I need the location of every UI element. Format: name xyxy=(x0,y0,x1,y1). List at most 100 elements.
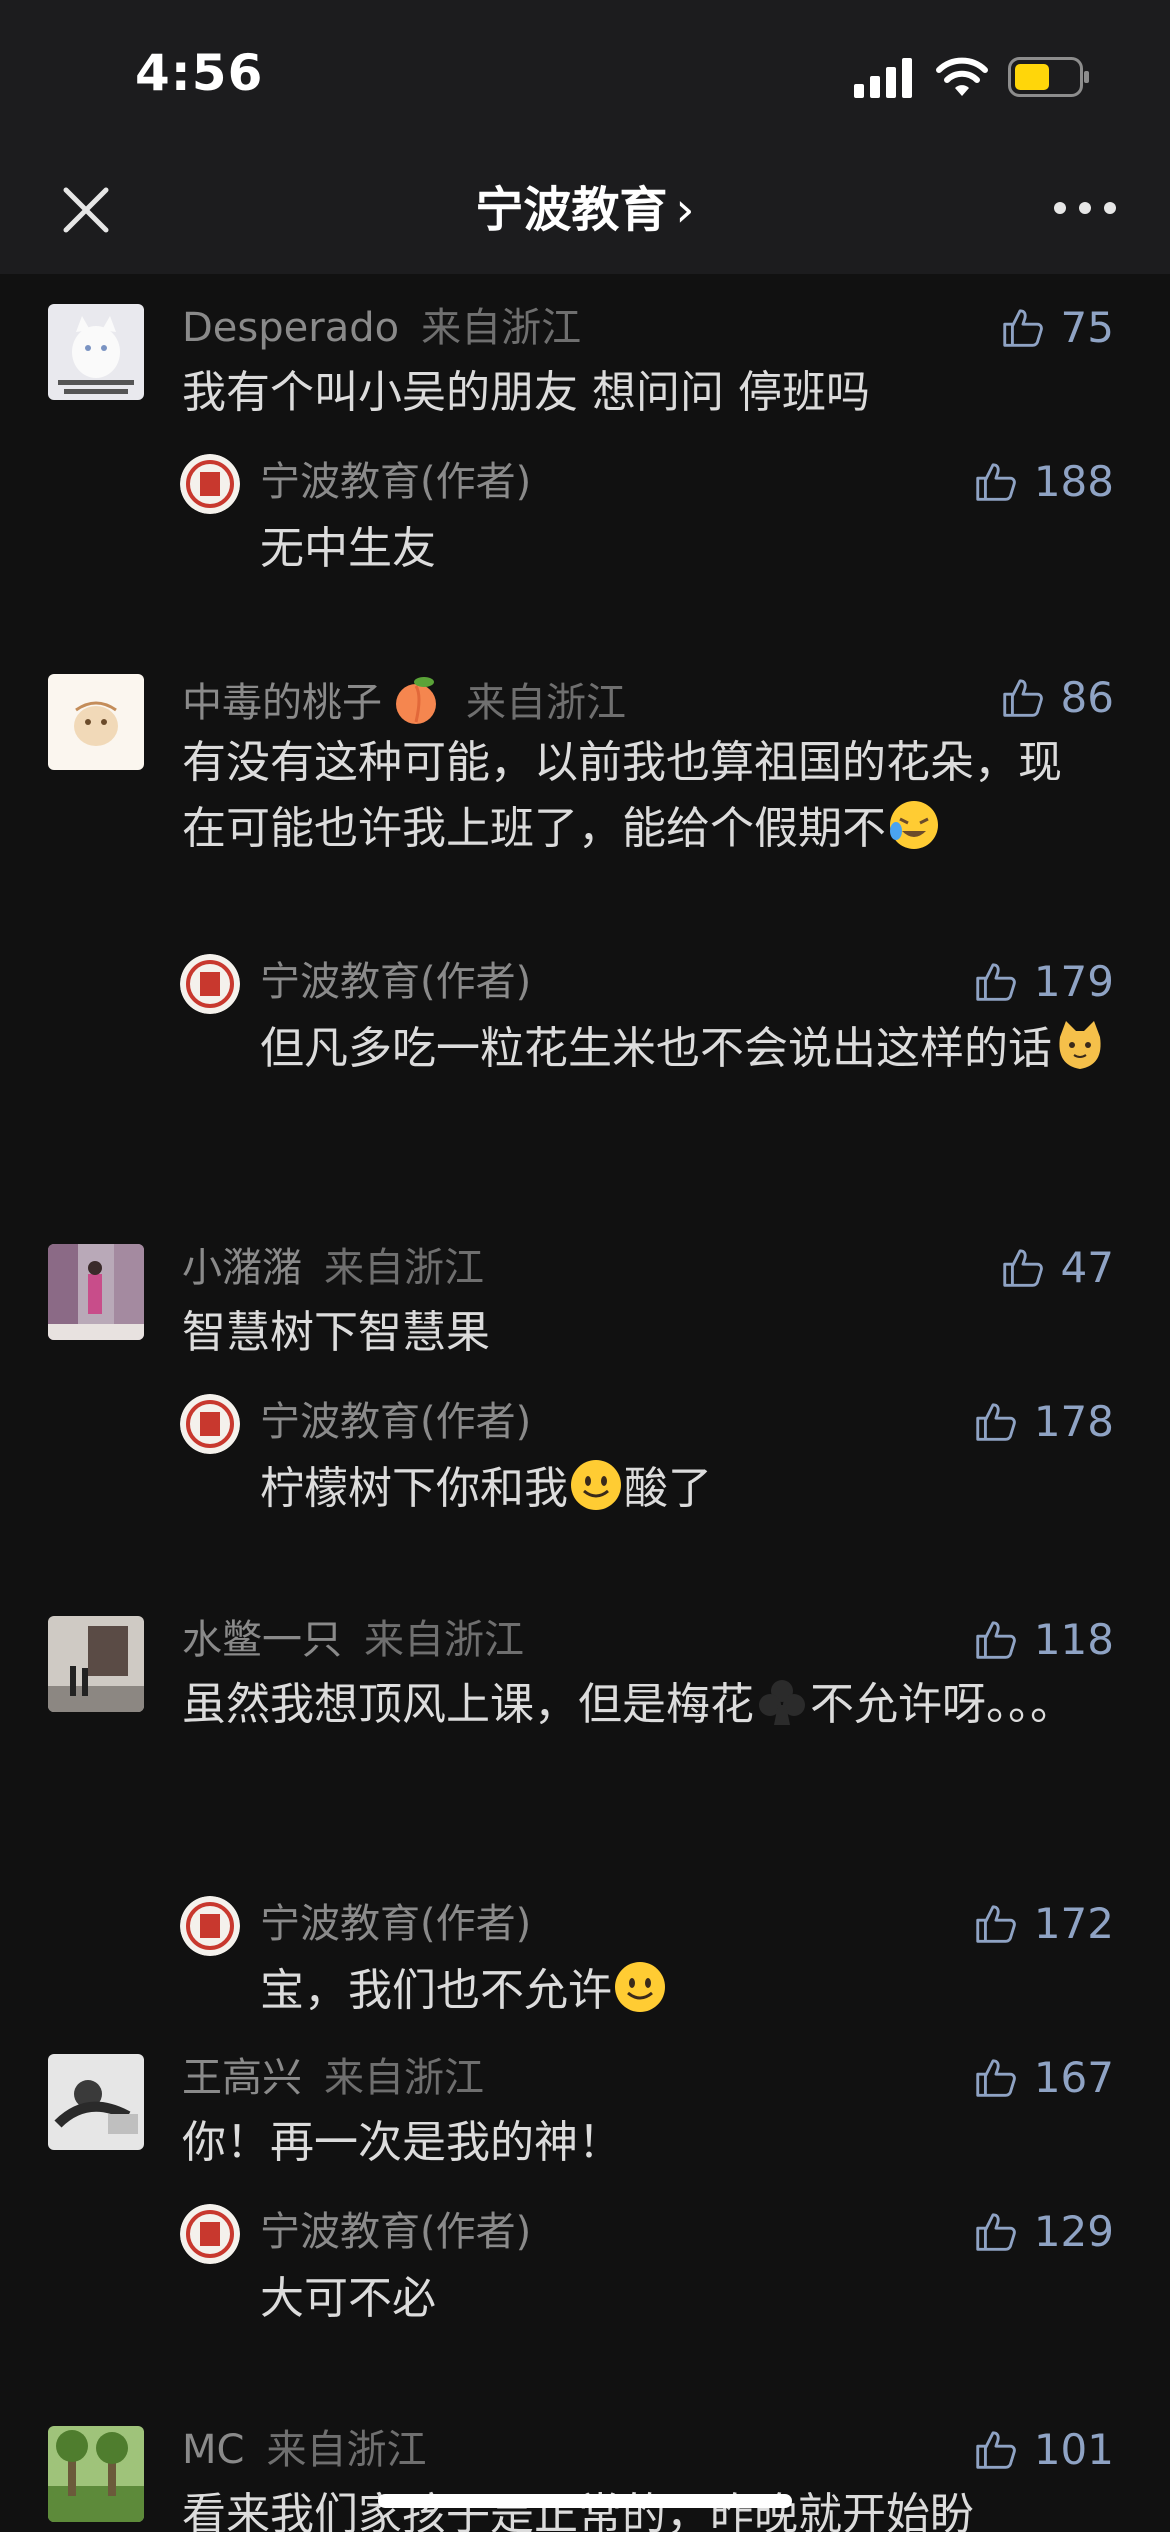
thumbs-up-icon xyxy=(976,2431,1016,2469)
comment-author[interactable]: 水鳖一只 来自浙江 xyxy=(182,1614,524,1666)
comment-text-body: 虽然我想顶风上课，但是梅花 xyxy=(182,1679,754,1730)
thumbs-up-icon xyxy=(976,1621,1016,1659)
comment-author[interactable]: 王高兴 来自浙江 xyxy=(182,2052,484,2104)
author-avatar[interactable] xyxy=(180,2204,240,2264)
nav-bar: 宁波教育 › xyxy=(0,150,1170,274)
thumbs-up-icon xyxy=(976,1905,1016,1943)
author-name: 水鳖一只 xyxy=(182,1617,342,1663)
battery-icon xyxy=(1008,57,1089,97)
user-avatar[interactable] xyxy=(48,1244,144,1340)
comment-text: 我有个叫小吴的朋友 想问问 停班吗 xyxy=(182,367,870,418)
author-name: Desperado xyxy=(182,305,400,351)
like-button[interactable]: 167 xyxy=(972,2052,1114,2104)
author-location: 来自浙江 xyxy=(324,1245,484,1291)
comment-author[interactable]: MC 来自浙江 xyxy=(182,2424,426,2476)
like-button[interactable]: 101 xyxy=(972,2424,1114,2476)
author-avatar[interactable] xyxy=(180,454,240,514)
comment-text: 智慧树下智慧果 xyxy=(182,1307,490,1358)
like-count: 188 xyxy=(1033,457,1114,506)
like-count: 101 xyxy=(1033,2425,1114,2474)
like-count: 75 xyxy=(1060,303,1114,352)
reply-author[interactable]: 宁波教育(作者) xyxy=(260,956,531,1008)
like-count: 172 xyxy=(1033,1899,1114,1948)
reply-text: 无中生友 xyxy=(260,523,436,574)
account-title-text: 宁波教育 xyxy=(475,182,668,238)
app-screen: 4:56 宁波教育 › Desperado 来自浙江 75 我有个叫小吴的朋友 … xyxy=(0,0,1170,2532)
thumbs-up-icon xyxy=(1002,1249,1043,1287)
like-button[interactable]: 75 xyxy=(999,302,1114,354)
reply-author[interactable]: 宁波教育(作者) xyxy=(260,2206,531,2258)
comment-text-after: 不允许呀。。。 xyxy=(810,1679,1074,1730)
more-options-icon[interactable] xyxy=(1050,196,1120,220)
thumbs-up-icon xyxy=(976,963,1016,1001)
thumbs-up-icon xyxy=(1002,309,1043,347)
like-count: 118 xyxy=(1033,1615,1114,1664)
author-name: 小潴潴 xyxy=(182,1245,302,1291)
reply-author[interactable]: 宁波教育(作者) xyxy=(260,1898,531,1950)
account-title[interactable]: 宁波教育 › xyxy=(0,178,1170,242)
author-location: 来自浙江 xyxy=(364,1617,524,1663)
thumbs-up-icon xyxy=(976,2059,1016,2097)
like-count: 47 xyxy=(1060,1243,1114,1292)
user-avatar[interactable] xyxy=(48,674,144,770)
cat-face-emoji-icon xyxy=(1059,1021,1101,1069)
author-avatar[interactable] xyxy=(180,1896,240,1956)
user-avatar[interactable] xyxy=(48,2426,144,2522)
like-button[interactable]: 47 xyxy=(999,1242,1114,1294)
thumbs-up-icon xyxy=(976,1403,1016,1441)
user-avatar[interactable] xyxy=(48,1616,144,1712)
status-bar: 4:56 xyxy=(0,0,1170,150)
comment-text: 有没有这种可能，以前我也算祖国的花朵，现在可能也许我上班了，能给个假期不 xyxy=(182,730,1102,862)
comment-text: 你！再一次是我的神！ xyxy=(182,2117,622,2168)
reply-text-after: 酸了 xyxy=(624,1463,712,1514)
author-location: 来自浙江 xyxy=(421,305,582,351)
reply-text: 宝，我们也不允许 xyxy=(260,1958,1120,2024)
reply-text-body: 宝，我们也不允许 xyxy=(260,1965,612,2016)
author-avatar[interactable] xyxy=(180,1394,240,1454)
author-name: 中毒的桃子 xyxy=(182,680,382,726)
like-button[interactable]: 178 xyxy=(972,1396,1114,1448)
like-button[interactable]: 188 xyxy=(972,456,1114,508)
reply-text: 大可不必 xyxy=(260,2273,436,2324)
like-button[interactable]: 86 xyxy=(999,672,1114,724)
reply-text: 但凡多吃一粒花生米也不会说出这样的话 xyxy=(260,1016,1120,1082)
like-count: 86 xyxy=(1060,673,1114,722)
like-count: 179 xyxy=(1033,957,1114,1006)
cellular-signal-icon xyxy=(854,58,912,98)
like-count: 178 xyxy=(1033,1397,1114,1446)
author-name: MC xyxy=(182,2427,245,2473)
status-time: 4:56 xyxy=(135,44,264,102)
author-location: 来自浙江 xyxy=(466,680,626,726)
user-avatar[interactable] xyxy=(48,2054,144,2150)
comment-author[interactable]: 小潴潴 来自浙江 xyxy=(182,1242,484,1294)
thumbs-up-icon xyxy=(1002,679,1043,717)
like-button[interactable]: 129 xyxy=(972,2206,1114,2258)
reply-author[interactable]: 宁波教育(作者) xyxy=(260,456,531,508)
author-avatar[interactable] xyxy=(180,954,240,1014)
reply-text: 柠檬树下你和我 酸了 xyxy=(260,1456,1120,1522)
reply-author[interactable]: 宁波教育(作者) xyxy=(260,1396,531,1448)
wifi-icon xyxy=(936,57,988,96)
like-button[interactable]: 118 xyxy=(972,1614,1114,1666)
comment-author[interactable]: 中毒的桃子 来自浙江 xyxy=(182,672,626,729)
comment-text: 虽然我想顶风上课，但是梅花 不允许呀。。。 xyxy=(182,1672,1082,1738)
peach-emoji-icon xyxy=(396,677,436,724)
thumbs-up-icon xyxy=(976,463,1016,501)
like-button[interactable]: 179 xyxy=(972,956,1114,1008)
like-count: 167 xyxy=(1033,2053,1114,2102)
club-suit-icon xyxy=(759,1680,805,1725)
reply-text-body: 但凡多吃一粒花生米也不会说出这样的话 xyxy=(260,1023,1052,1074)
chevron-right-icon: › xyxy=(675,182,695,238)
comment-author[interactable]: Desperado 来自浙江 xyxy=(182,302,581,354)
home-indicator[interactable] xyxy=(378,2494,792,2508)
user-avatar[interactable] xyxy=(48,304,144,400)
author-location: 来自浙江 xyxy=(266,2427,427,2473)
smiley-emoji-icon xyxy=(615,1962,665,2012)
like-count: 129 xyxy=(1033,2207,1114,2256)
author-name: 王高兴 xyxy=(182,2055,302,2101)
smiley-emoji-icon xyxy=(571,1460,621,1510)
thumbs-up-icon xyxy=(976,2213,1016,2251)
author-location: 来自浙江 xyxy=(324,2055,484,2101)
crying-laughing-emoji-icon xyxy=(890,801,938,849)
like-button[interactable]: 172 xyxy=(972,1898,1114,1950)
